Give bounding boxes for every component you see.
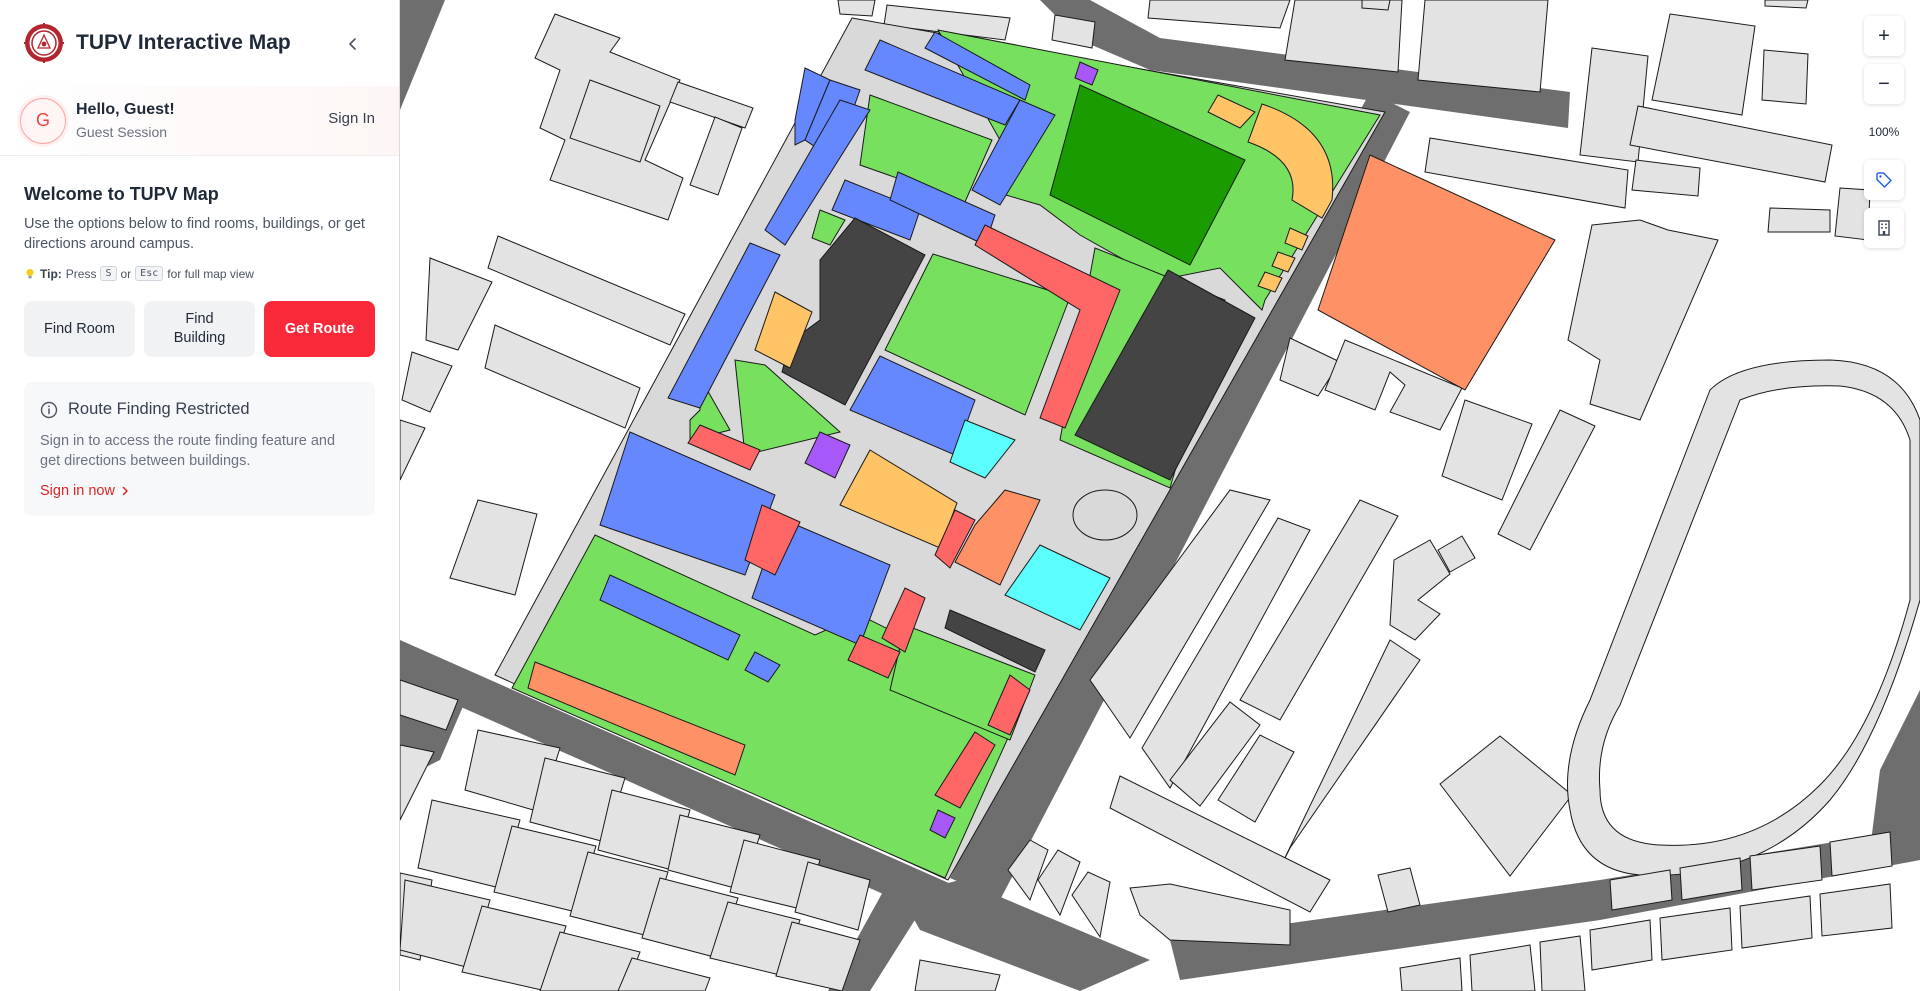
collapse-sidebar-button[interactable] xyxy=(337,28,369,60)
sidebar-header: TUPV Interactive Map xyxy=(0,0,399,86)
sign-in-now-label: Sign in now xyxy=(40,483,115,499)
map-controls: + − 100% xyxy=(1864,16,1904,248)
user-greeting: Hello, Guest! xyxy=(76,100,175,118)
tip-label: Tip: xyxy=(40,266,62,281)
welcome-title: Welcome to TUPV Map xyxy=(24,184,219,204)
find-building-label: Find Building xyxy=(173,311,226,346)
notice-header: Route Finding Restricted xyxy=(40,400,359,419)
campus-map[interactable]: + − 100% xyxy=(400,0,1920,991)
zoom-level: 100% xyxy=(1864,112,1904,152)
user-info: Hello, Guest! Guest Session xyxy=(76,100,175,142)
welcome-description: Use the options below to find rooms, bui… xyxy=(24,216,365,252)
find-building-button[interactable]: Find Building xyxy=(144,301,255,357)
toggle-labels-button[interactable] xyxy=(1864,160,1904,200)
info-circle-icon xyxy=(40,401,58,418)
session-label: Guest Session xyxy=(76,123,168,140)
campus-map-canvas[interactable] xyxy=(400,0,1920,991)
action-buttons: Find Room Find Building Get Route xyxy=(24,301,375,357)
notice-description: Sign in to access the route finding feat… xyxy=(40,433,336,469)
shortcut-tip: Tip: Press S or Esc for full map view xyxy=(24,266,375,281)
sign-in-button[interactable]: Sign In xyxy=(328,110,375,127)
tip-key-esc: Esc xyxy=(135,266,164,281)
tip-or: or xyxy=(120,266,132,281)
chevron-right-icon xyxy=(122,486,128,496)
zoom-in-button[interactable]: + xyxy=(1864,16,1904,56)
route-restricted-notice: Route Finding Restricted Sign in to acce… xyxy=(24,382,375,516)
user-bar: G Hello, Guest! Guest Session Sign In xyxy=(0,86,399,156)
sidebar: TUPV Interactive Map G Hello, Guest! Gue… xyxy=(0,0,400,991)
app-title: TUPV Interactive Map xyxy=(76,31,291,54)
chevron-left-icon xyxy=(349,38,356,50)
tip-key-s: S xyxy=(100,266,117,281)
get-route-button[interactable]: Get Route xyxy=(264,301,375,357)
university-seal-icon xyxy=(24,23,64,63)
tip-press: Press xyxy=(65,266,97,281)
find-room-button[interactable]: Find Room xyxy=(24,301,135,357)
zoom-out-button[interactable]: − xyxy=(1864,64,1904,104)
toggle-buildings-button[interactable] xyxy=(1864,208,1904,248)
notice-title: Route Finding Restricted xyxy=(68,400,250,418)
tip-suffix: for full map view xyxy=(167,266,254,281)
avatar: G xyxy=(20,97,66,144)
building-icon xyxy=(1878,220,1890,236)
sidebar-content: Welcome to TUPV Map Use the options belo… xyxy=(0,156,399,516)
lightbulb-icon xyxy=(26,268,34,278)
sign-in-now-link[interactable]: Sign in now xyxy=(40,483,131,499)
tag-icon xyxy=(1876,172,1892,188)
